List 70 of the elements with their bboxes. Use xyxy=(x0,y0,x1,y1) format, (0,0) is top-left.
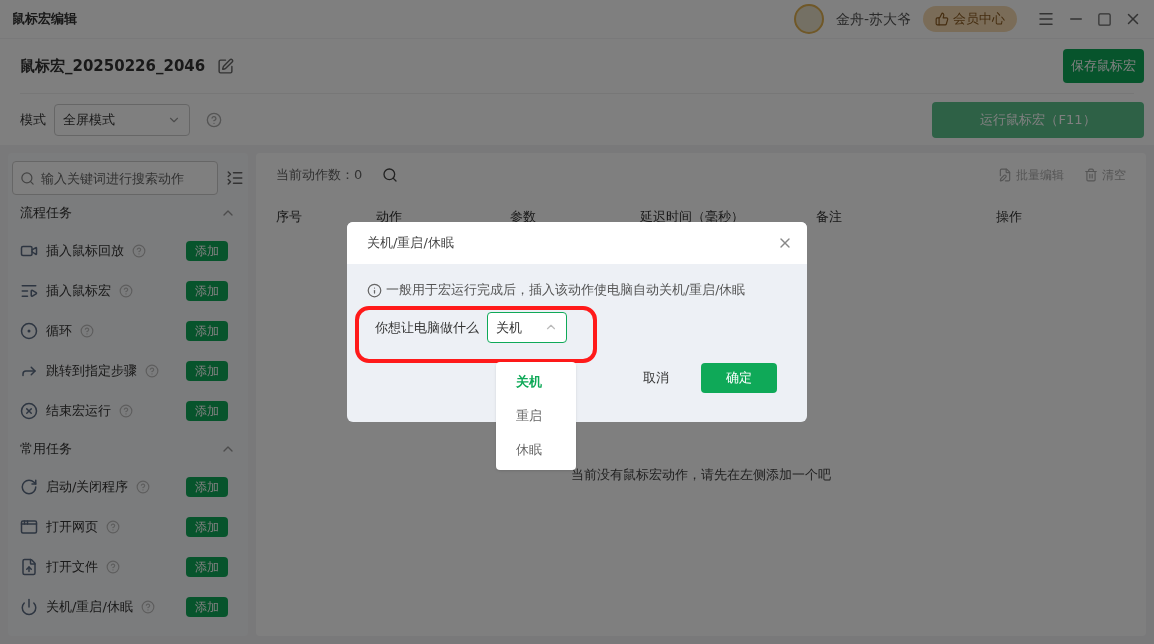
add-button[interactable]: 添加 xyxy=(186,557,228,577)
column-header: 备注 xyxy=(816,208,843,227)
add-button[interactable]: 添加 xyxy=(186,597,228,617)
list-icon xyxy=(20,282,38,300)
section-title: 常用任务 xyxy=(20,440,72,459)
edit-icon xyxy=(998,168,1012,182)
add-button[interactable]: 添加 xyxy=(186,321,228,341)
add-button[interactable]: 添加 xyxy=(186,281,228,301)
search-icon[interactable] xyxy=(382,167,399,183)
edit-icon[interactable] xyxy=(217,57,235,75)
help-icon[interactable] xyxy=(136,480,151,494)
action-label: 打开网页 xyxy=(46,518,98,537)
thumbs-up-icon xyxy=(935,12,949,26)
user-name[interactable]: 金舟-苏大爷 xyxy=(835,8,911,30)
add-button[interactable]: 添加 xyxy=(186,241,228,261)
action-label: 插入鼠标回放 xyxy=(46,242,124,261)
loop-icon xyxy=(20,322,38,340)
save-button[interactable]: 保存鼠标宏 xyxy=(1063,49,1144,83)
add-button[interactable]: 添加 xyxy=(186,401,228,421)
action-select[interactable]: 关机 xyxy=(487,311,567,343)
dropdown-option[interactable]: 关机 xyxy=(496,365,576,399)
file-icon xyxy=(20,558,38,576)
action-count: 当前动作数：0 xyxy=(276,166,363,185)
field-label: 你想让电脑做什么 xyxy=(375,318,479,337)
help-icon[interactable] xyxy=(80,324,94,338)
window-title: 鼠标宏编辑 xyxy=(12,10,77,29)
dropdown-option[interactable]: 休眠 xyxy=(496,433,576,467)
action-label: 结束宏运行 xyxy=(46,402,111,421)
macro-name: 鼠标宏_20250226_2046 xyxy=(20,55,206,77)
help-icon[interactable] xyxy=(119,284,133,298)
search-icon xyxy=(20,171,35,186)
help-icon[interactable] xyxy=(106,520,120,534)
section-title: 流程任务 xyxy=(20,204,72,223)
menu-icon[interactable] xyxy=(1037,10,1055,28)
refresh-icon xyxy=(20,478,38,496)
stop-icon xyxy=(20,402,38,420)
action-label: 关机/重启/休眠 xyxy=(46,598,133,617)
cancel-button[interactable]: 取消 xyxy=(635,368,677,388)
vip-button[interactable]: 会员中心 xyxy=(923,6,1017,32)
column-header: 序号 xyxy=(276,208,303,227)
help-icon[interactable] xyxy=(140,600,155,614)
maximize-icon[interactable] xyxy=(1097,11,1112,27)
search-field[interactable]: 输入关键词进行搜索动作 xyxy=(12,161,218,195)
hint-text: 一般用于宏运行完成后，插入该动作使电脑自动关机/重启/休眠 xyxy=(386,281,746,299)
action-label: 插入鼠标宏 xyxy=(46,282,111,301)
help-icon[interactable] xyxy=(206,111,222,128)
help-icon[interactable] xyxy=(145,364,159,378)
help-icon[interactable] xyxy=(106,560,120,574)
add-button[interactable]: 添加 xyxy=(186,477,228,497)
confirm-button[interactable]: 确定 xyxy=(701,362,777,393)
mode-select[interactable]: 全屏模式 xyxy=(54,103,190,136)
help-icon[interactable] xyxy=(119,404,133,418)
add-button[interactable]: 添加 xyxy=(186,517,228,537)
help-icon[interactable] xyxy=(132,244,146,258)
column-header: 动作 xyxy=(376,208,403,227)
mode-label: 模式 xyxy=(20,110,46,129)
action-label: 跳转到指定步骤 xyxy=(46,362,137,381)
dialog-title: 关机/重启/休眠 xyxy=(367,234,454,253)
window-icon xyxy=(20,518,38,536)
action-label: 打开文件 xyxy=(46,558,98,577)
column-header: 操作 xyxy=(996,208,1023,227)
avatar[interactable] xyxy=(793,4,824,34)
add-button[interactable]: 添加 xyxy=(186,361,228,381)
dropdown-option[interactable]: 重启 xyxy=(496,399,576,433)
action-label: 启动/关闭程序 xyxy=(46,478,129,497)
power-icon xyxy=(20,598,38,616)
trash-icon xyxy=(1084,168,1098,182)
info-icon xyxy=(367,282,382,298)
collapse-icon[interactable] xyxy=(226,169,244,187)
action-label: 循环 xyxy=(46,322,72,341)
